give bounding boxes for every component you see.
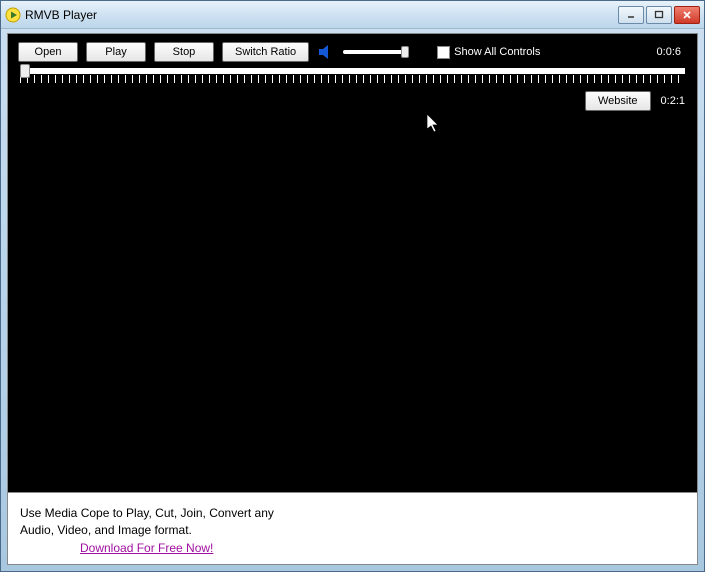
show-all-controls-label: Show All Controls bbox=[454, 46, 540, 58]
aspect-ratio-label: 0:2:1 bbox=[661, 95, 685, 107]
seek-ticks bbox=[20, 75, 685, 83]
content-frame: Open Play Stop Switch Ratio Show All Con… bbox=[7, 33, 698, 565]
maximize-button[interactable] bbox=[646, 6, 672, 24]
titlebar[interactable]: RMVB Player bbox=[1, 1, 704, 29]
seek-thumb[interactable] bbox=[20, 64, 30, 78]
footer-line2: Audio, Video, and Image format. bbox=[20, 522, 685, 538]
stop-button[interactable]: Stop bbox=[154, 42, 214, 62]
switch-ratio-button[interactable]: Switch Ratio bbox=[222, 42, 309, 62]
close-button[interactable] bbox=[674, 6, 700, 24]
secondary-row: Website 0:2:1 bbox=[8, 83, 697, 111]
volume-slider[interactable] bbox=[343, 50, 409, 54]
seek-track[interactable] bbox=[20, 68, 685, 74]
window-controls bbox=[618, 6, 700, 24]
app-icon bbox=[5, 7, 21, 23]
footer: Use Media Cope to Play, Cut, Join, Conve… bbox=[8, 493, 697, 564]
seek-bar-wrap bbox=[8, 66, 697, 83]
toolbar: Open Play Stop Switch Ratio Show All Con… bbox=[8, 34, 697, 66]
minimize-button[interactable] bbox=[618, 6, 644, 24]
open-button[interactable]: Open bbox=[18, 42, 78, 62]
show-all-controls-wrap[interactable]: Show All Controls bbox=[437, 46, 540, 59]
show-all-controls-checkbox[interactable] bbox=[437, 46, 450, 59]
app-window: RMVB Player Open Play Stop Switch Ratio bbox=[0, 0, 705, 572]
window-title: RMVB Player bbox=[25, 8, 618, 22]
download-link[interactable]: Download For Free Now! bbox=[80, 540, 213, 556]
player-area: Open Play Stop Switch Ratio Show All Con… bbox=[8, 34, 697, 493]
website-button[interactable]: Website bbox=[585, 91, 651, 111]
cursor-icon bbox=[427, 114, 441, 134]
total-time-label: 0:0:6 bbox=[657, 46, 687, 58]
play-button[interactable]: Play bbox=[86, 42, 146, 62]
volume-thumb[interactable] bbox=[401, 46, 409, 58]
speaker-icon[interactable] bbox=[317, 43, 335, 61]
footer-line1: Use Media Cope to Play, Cut, Join, Conve… bbox=[20, 505, 685, 521]
